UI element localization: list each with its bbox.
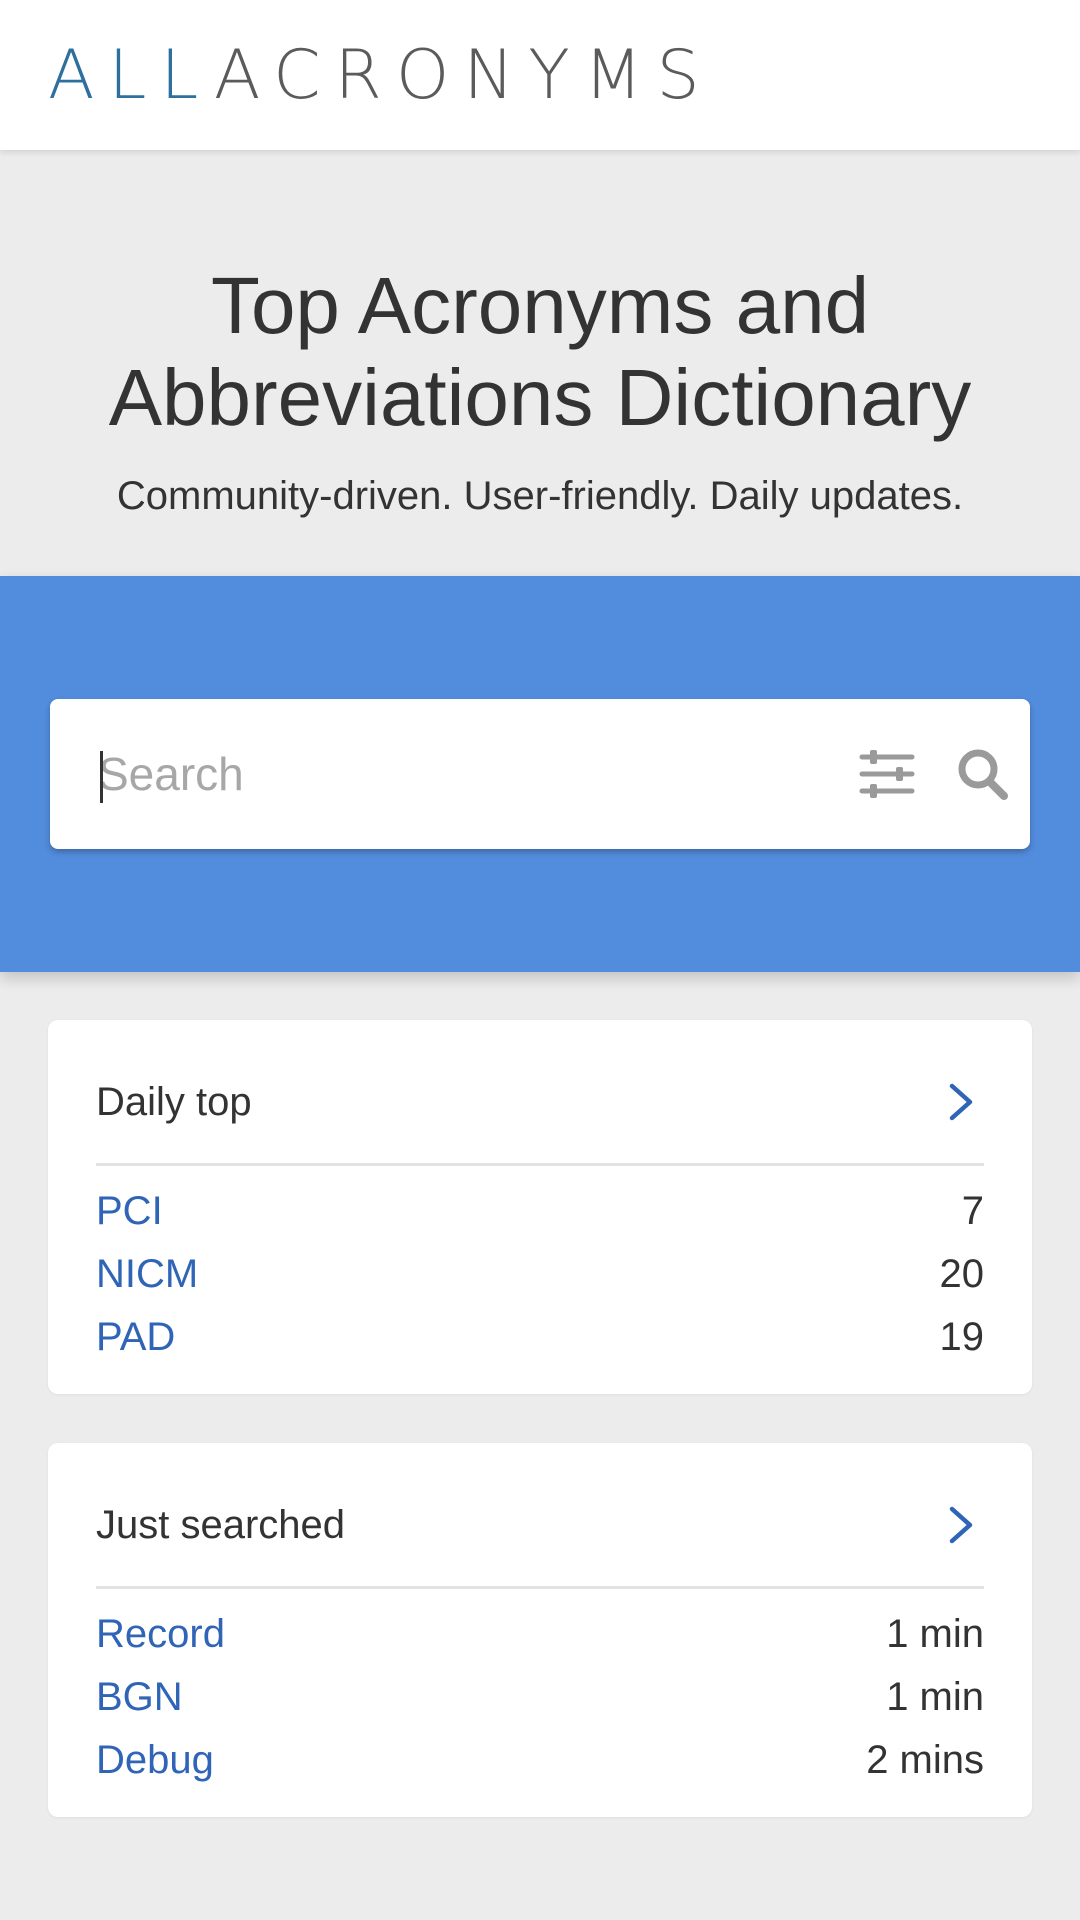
logo-part-acronyms: ACRONYMS <box>213 36 714 115</box>
time-ago: 1 min <box>886 1612 984 1656</box>
just-searched-list: Record 1 min BGN 1 min Debug 2 mins <box>96 1603 984 1792</box>
list-item: Debug 2 mins <box>96 1729 984 1792</box>
search-box <box>50 699 1030 849</box>
magnifier-icon[interactable] <box>956 745 1010 803</box>
list-item: Record 1 min <box>96 1603 984 1666</box>
time-ago: 2 mins <box>866 1738 984 1782</box>
logo-part-all: ALL <box>48 36 214 115</box>
just-searched-header[interactable]: Just searched <box>96 1491 984 1589</box>
hero-section: Top Acronyms and Abbreviations Dictionar… <box>0 150 1080 576</box>
daily-top-header[interactable]: Daily top <box>96 1068 984 1166</box>
acronym-link[interactable]: Debug <box>96 1738 214 1783</box>
text-caret <box>100 751 103 803</box>
list-item: PCI 7 <box>96 1180 984 1243</box>
acronym-link[interactable]: NICM <box>96 1252 198 1297</box>
search-input[interactable] <box>98 729 778 819</box>
just-searched-card: Just searched Record 1 min BGN 1 min Deb… <box>48 1443 1032 1817</box>
acronym-link[interactable]: BGN <box>96 1675 183 1720</box>
page-title: Top Acronyms and Abbreviations Dictionar… <box>108 261 972 442</box>
site-logo[interactable]: ALLACRONYMS <box>48 38 714 114</box>
item-count: 7 <box>961 1189 984 1233</box>
search-band <box>0 576 1080 972</box>
daily-top-title: Daily top <box>96 1080 252 1124</box>
chevron-right-icon[interactable] <box>946 1503 976 1547</box>
daily-top-list: PCI 7 NICM 20 PAD 19 <box>96 1180 984 1369</box>
daily-top-card: Daily top PCI 7 NICM 20 PAD 19 <box>48 1020 1032 1394</box>
list-item: NICM 20 <box>96 1243 984 1306</box>
chevron-right-icon[interactable] <box>946 1080 976 1124</box>
acronym-link[interactable]: PCI <box>96 1189 163 1234</box>
sliders-icon[interactable] <box>858 745 916 803</box>
time-ago: 1 min <box>886 1675 984 1719</box>
list-item: PAD 19 <box>96 1306 984 1369</box>
item-count: 19 <box>939 1315 985 1359</box>
acronym-link[interactable]: Record <box>96 1612 225 1657</box>
list-item: BGN 1 min <box>96 1666 984 1729</box>
just-searched-title: Just searched <box>96 1503 346 1547</box>
item-count: 20 <box>939 1252 985 1296</box>
page-subtitle: Community-driven. User-friendly. Daily u… <box>116 474 964 518</box>
site-header: ALLACRONYMS <box>0 0 1080 150</box>
acronym-link[interactable]: PAD <box>96 1315 175 1360</box>
